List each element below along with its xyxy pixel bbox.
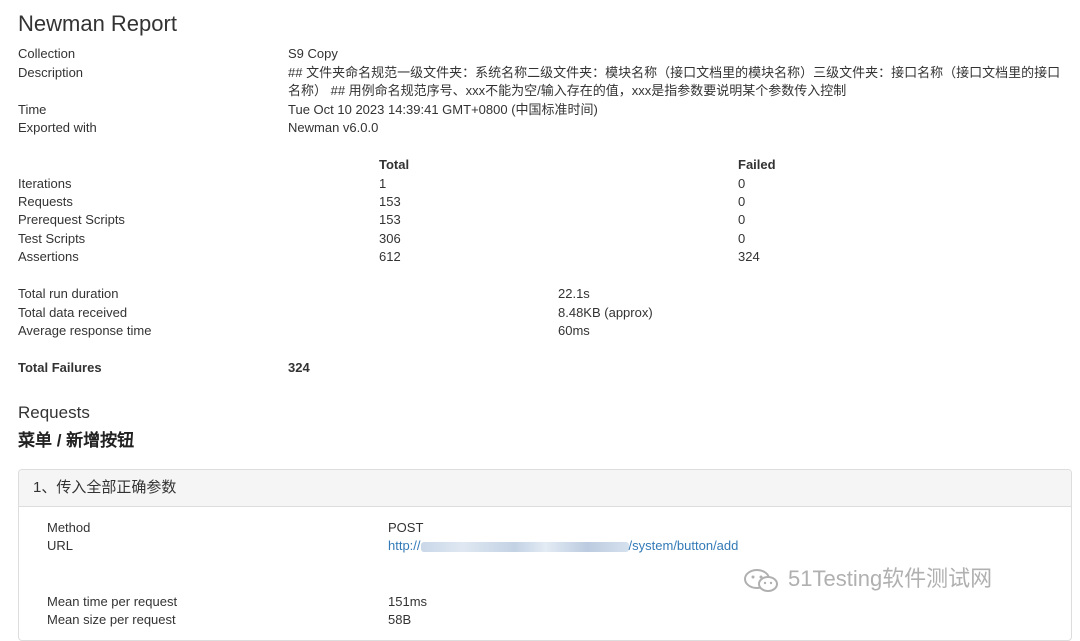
watermark-text: 51Testing软件测试网 <box>788 566 993 591</box>
stats-row-total: 306 <box>379 231 401 246</box>
stats-row-total: 612 <box>379 249 401 264</box>
url-redacted-host <box>420 541 629 552</box>
stats-row-label: Assertions <box>18 249 79 264</box>
url-label: URL <box>47 538 74 553</box>
stats-row-total: 153 <box>379 194 401 209</box>
method-label: Method <box>47 520 91 535</box>
stats-row-total: 153 <box>379 212 401 227</box>
collection-label: Collection <box>18 46 76 61</box>
stats-row-label: Test Scripts <box>18 231 86 246</box>
folder-heading: 菜单 / 新增按钮 <box>18 431 135 450</box>
request-panel-header[interactable]: 1、传入全部正确参数 <box>19 470 1071 507</box>
mean-time-label: Mean time per request <box>47 594 178 609</box>
timing-value: 22.1s <box>558 286 590 301</box>
timing-label: Total data received <box>18 305 128 320</box>
collection-value: S9 Copy <box>288 46 338 61</box>
description-label: Description <box>18 65 84 80</box>
requests-heading: Requests <box>18 403 90 422</box>
total-failures-value: 324 <box>288 360 310 375</box>
time-label: Time <box>18 102 47 117</box>
exported-value: Newman v6.0.0 <box>288 120 379 135</box>
stats-row-label: Requests <box>18 194 73 209</box>
timing-label: Average response time <box>18 323 152 338</box>
mean-size-label: Mean size per request <box>47 612 176 627</box>
request-panel: 1、传入全部正确参数 <box>18 469 1072 641</box>
stats-row-failed: 0 <box>738 231 746 246</box>
timing-value: 8.48KB (approx) <box>558 305 653 320</box>
method-value: POST <box>388 520 424 535</box>
mean-size-value: 58B <box>388 612 412 627</box>
stats-header-total: Total <box>379 157 410 172</box>
mean-time-value: 151ms <box>388 594 428 609</box>
url-link[interactable]: http:// /system/button/add <box>388 537 738 555</box>
report-title: Newman Report <box>18 11 177 36</box>
timing-value: 60ms <box>558 323 590 338</box>
request-panel-title[interactable]: 1、传入全部正确参数 <box>33 479 176 497</box>
exported-label: Exported with <box>18 120 97 135</box>
stats-row-label: Iterations <box>18 176 72 191</box>
wechat-icon <box>744 569 778 592</box>
stats-row-failed: 0 <box>738 194 746 209</box>
time-value: Tue Oct 10 2023 14:39:41 GMT+0800 (中国标准时… <box>288 102 598 117</box>
url-suffix: /system/button/add <box>628 538 739 553</box>
url-prefix: http:// <box>388 538 421 553</box>
stats-header-failed: Failed <box>738 157 776 172</box>
timing-label: Total run duration <box>18 286 119 301</box>
description-value: ## 文件夹命名规范一级文件夹：系统名称二级文件夹：模块名称（接口文档里的模块名… <box>288 65 1061 98</box>
stats-row-failed: 0 <box>738 176 746 191</box>
stats-row-failed: 0 <box>738 212 746 227</box>
total-failures-label: Total Failures <box>18 360 102 375</box>
stats-row-total: 1 <box>379 176 387 191</box>
stats-row-failed: 324 <box>738 249 760 264</box>
stats-row-label: Prerequest Scripts <box>18 212 125 227</box>
